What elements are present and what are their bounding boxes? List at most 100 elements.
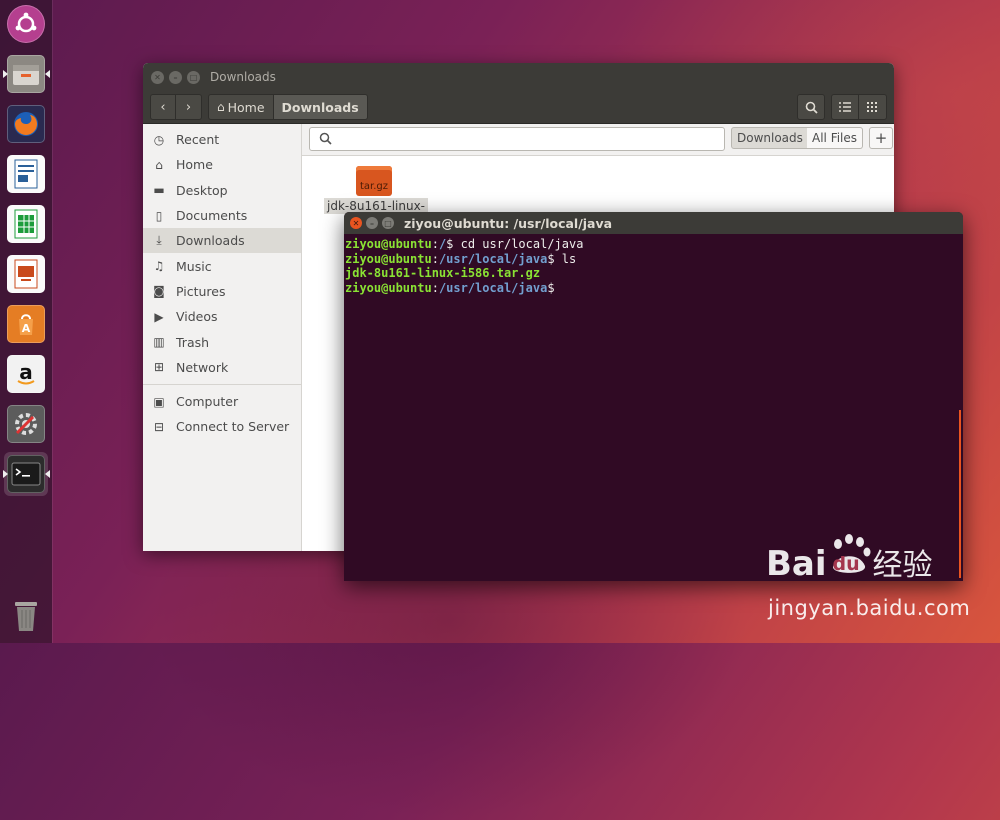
terminal-window: ✕ – □ ziyou@ubuntu: /usr/local/java ziyo… xyxy=(344,212,963,581)
sidebar-item-recent[interactable]: ◷ Recent xyxy=(143,127,301,152)
dash-home-button[interactable] xyxy=(4,2,48,46)
trash-icon: ▥ xyxy=(153,335,165,350)
sidebar-item-label: Home xyxy=(176,157,213,173)
archive-icon: tar.gz xyxy=(356,166,392,196)
sidebar-item-desktop[interactable]: ▬ Desktop xyxy=(143,178,301,203)
sidebar-item-pictures[interactable]: ◙ Pictures xyxy=(143,279,301,304)
system-settings-icon xyxy=(7,405,45,443)
search-button[interactable] xyxy=(797,94,825,120)
server-icon: ⊟ xyxy=(153,419,165,434)
terminal-launcher-button[interactable] xyxy=(3,452,50,496)
search-input[interactable] xyxy=(309,127,725,151)
maximize-button[interactable]: □ xyxy=(187,70,200,84)
computer-icon: ▣ xyxy=(153,394,165,409)
search-bar: Downloads All Files + xyxy=(302,124,894,156)
dash-home-icon xyxy=(7,5,45,43)
close-button[interactable]: ✕ xyxy=(350,217,362,229)
sidebar-item-label: Videos xyxy=(176,309,218,325)
sidebar-item-label: Recent xyxy=(176,132,220,148)
sidebar-item-label: Music xyxy=(176,258,212,274)
sidebar-item-computer[interactable]: ▣ Computer xyxy=(143,389,301,414)
sidebar-item-music[interactable]: ♫ Music xyxy=(143,253,301,278)
terminal-title: ziyou@ubuntu: /usr/local/java xyxy=(404,215,613,231)
places-sidebar: ◷ Recent ⌂ Home ▬ Desktop ▯ Documents ⤓ Downloads… xyxy=(143,124,302,551)
terminal-output[interactable]: ziyou@ubuntu:/$ cd usr/local/java ziyou@… xyxy=(344,234,963,295)
paw-icon: du xyxy=(827,534,873,581)
search-icon xyxy=(805,101,818,114)
terminal-line: ziyou@ubuntu:/$ cd usr/local/java xyxy=(345,237,584,251)
baidu-url: jingyan.baidu.com xyxy=(768,596,971,620)
grid-view-button[interactable] xyxy=(859,94,887,120)
forward-button[interactable]: › xyxy=(176,94,202,120)
sidebar-item-connect-to-server[interactable]: ⊟ Connect to Server xyxy=(143,414,301,439)
video-icon: ▶ xyxy=(154,309,164,324)
document-icon: ▯ xyxy=(155,208,163,223)
search-scope-downloads[interactable]: Downloads xyxy=(731,127,809,149)
sidebar-item-network[interactable]: ⊞ Network xyxy=(143,355,301,380)
ubuntu-software-icon: A xyxy=(7,305,45,343)
terminal-titlebar: ✕ – □ ziyou@ubuntu: /usr/local/java xyxy=(344,212,963,234)
grid-view-icon xyxy=(867,101,877,112)
sidebar-item-label: Desktop xyxy=(176,182,228,198)
sidebar-item-documents[interactable]: ▯ Documents xyxy=(143,203,301,228)
writer-launcher-button[interactable] xyxy=(4,152,48,196)
files-toolbar: ‹ › ⌂ Home Downloads xyxy=(143,91,894,124)
libreoffice-writer-icon xyxy=(7,155,45,193)
list-view-icon xyxy=(839,102,851,112)
firefox-launcher-button[interactable] xyxy=(4,102,48,146)
camera-icon: ◙ xyxy=(153,284,165,299)
firefox-icon xyxy=(7,105,45,143)
files-app-icon xyxy=(7,55,45,93)
breadcrumb-downloads[interactable]: Downloads xyxy=(273,94,368,120)
libreoffice-impress-icon xyxy=(7,255,45,293)
files-launcher-button[interactable] xyxy=(3,52,50,96)
amazon-launcher-button[interactable]: a xyxy=(4,352,48,396)
sidebar-item-downloads[interactable]: ⤓ Downloads xyxy=(143,228,301,254)
baidu-watermark: Bai du 经验 jingyan.baidu.com xyxy=(766,534,1000,636)
sidebar-item-label: Computer xyxy=(176,394,239,410)
breadcrumb-home[interactable]: ⌂ Home xyxy=(208,94,274,120)
clock-icon: ◷ xyxy=(153,132,165,147)
settings-launcher-button[interactable] xyxy=(4,402,48,446)
terminal-line: ziyou@ubuntu:/usr/local/java$ ls xyxy=(345,251,577,266)
home-icon: ⌂ xyxy=(217,100,225,114)
sidebar-item-label: Network xyxy=(176,359,229,375)
sidebar-item-label: Trash xyxy=(176,334,210,350)
minimize-button[interactable]: – xyxy=(169,70,182,84)
minimize-button[interactable]: – xyxy=(366,217,378,229)
add-criteria-button[interactable]: + xyxy=(869,127,893,149)
sidebar-item-label: Downloads xyxy=(176,233,245,249)
terminal-line: jdk-8u161-linux-i586.tar.gz xyxy=(345,266,541,281)
files-titlebar: ✕ – □ Downloads xyxy=(143,63,894,91)
calc-launcher-button[interactable] xyxy=(4,202,48,246)
terminal-icon xyxy=(7,455,45,493)
amazon-icon: a xyxy=(7,355,45,393)
impress-launcher-button[interactable] xyxy=(4,252,48,296)
software-launcher-button[interactable]: A xyxy=(4,302,48,346)
baidu-logo: Bai du 经验 xyxy=(766,534,933,584)
sidebar-item-label: Pictures xyxy=(176,283,226,299)
chevron-left-icon: ‹ xyxy=(160,99,166,115)
launcher: A a xyxy=(0,0,52,643)
window-title: Downloads xyxy=(210,70,276,84)
maximize-button[interactable]: □ xyxy=(382,217,394,229)
trash-launcher-button[interactable] xyxy=(4,594,48,638)
sidebar-item-label: Documents xyxy=(176,208,248,224)
sidebar-item-videos[interactable]: ▶ Videos xyxy=(143,304,301,329)
search-icon xyxy=(319,132,332,145)
chevron-right-icon: › xyxy=(185,99,192,115)
trash-icon xyxy=(7,597,45,635)
search-scope-all-files[interactable]: All Files xyxy=(807,127,864,149)
svg-text:a: a xyxy=(19,360,33,384)
music-icon: ♫ xyxy=(153,259,165,274)
folder-icon: ▬ xyxy=(153,183,165,198)
sidebar-item-home[interactable]: ⌂ Home xyxy=(143,152,301,177)
sidebar-item-trash[interactable]: ▥ Trash xyxy=(143,329,301,354)
libreoffice-calc-icon xyxy=(7,205,45,243)
sidebar-item-label: Connect to Server xyxy=(176,419,290,435)
list-view-button[interactable] xyxy=(831,94,859,120)
download-icon: ⤓ xyxy=(156,233,162,248)
back-button[interactable]: ‹ xyxy=(150,94,176,120)
svg-text:A: A xyxy=(22,322,31,335)
close-button[interactable]: ✕ xyxy=(151,70,164,84)
